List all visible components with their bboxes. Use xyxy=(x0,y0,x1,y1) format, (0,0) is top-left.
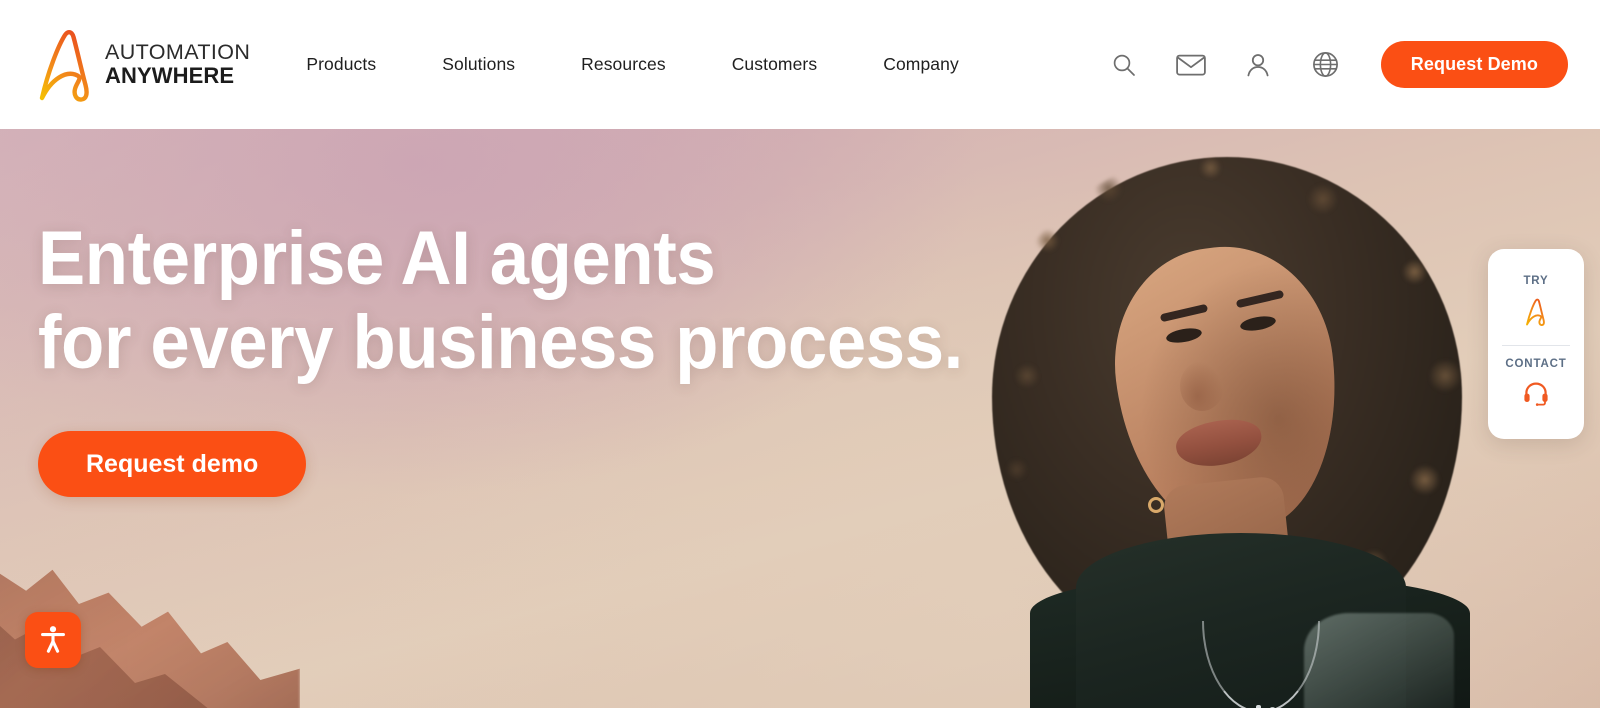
side-widget-contact-label: CONTACT xyxy=(1505,358,1567,370)
nav-item-products[interactable]: Products xyxy=(306,54,409,75)
contact-mail-button[interactable] xyxy=(1158,42,1225,88)
site-header: AUTOMATION ANYWHERE Products Solutions R… xyxy=(0,0,1600,129)
request-demo-header-button[interactable]: Request Demo xyxy=(1380,41,1568,88)
hero-headline-line2: for every business process. xyxy=(38,300,963,385)
logo-link[interactable]: AUTOMATION ANYWHERE xyxy=(38,28,250,102)
account-button[interactable] xyxy=(1225,42,1292,88)
logo-wordmark-top: AUTOMATION xyxy=(105,39,251,64)
hero-headline: Enterprise AI agents for every business … xyxy=(38,217,963,385)
mail-icon xyxy=(1176,53,1207,77)
side-widget-try[interactable]: TRY xyxy=(1488,267,1584,343)
hero-headline-line1: Enterprise AI agents xyxy=(38,216,716,301)
side-widget-contact[interactable]: CONTACT xyxy=(1488,350,1584,423)
nav-item-solutions[interactable]: Solutions xyxy=(409,54,548,75)
globe-icon xyxy=(1312,51,1339,78)
accessibility-person-icon xyxy=(37,623,69,658)
language-button[interactable] xyxy=(1292,42,1359,88)
header-actions: Request Demo xyxy=(1091,41,1568,88)
hero-section: Enterprise AI agents for every business … xyxy=(0,129,1600,708)
logo-wordmark-bottom: ANYWHERE xyxy=(105,63,235,89)
headset-icon xyxy=(1523,381,1549,411)
search-icon xyxy=(1111,52,1137,78)
search-button[interactable] xyxy=(1091,42,1158,88)
side-action-widget: TRY CONTACT xyxy=(1488,249,1584,439)
side-widget-try-label: TRY xyxy=(1523,275,1549,287)
automation-anywhere-a-logo-icon-small xyxy=(1524,298,1549,331)
automation-anywhere-a-logo-icon xyxy=(38,28,96,102)
nav-item-company[interactable]: Company xyxy=(850,54,992,75)
request-demo-hero-button[interactable]: Request demo xyxy=(38,431,307,497)
hero-copy: Enterprise AI agents for every business … xyxy=(38,217,1033,497)
user-icon xyxy=(1245,52,1271,78)
nav-item-customers[interactable]: Customers xyxy=(699,54,851,75)
accessibility-button[interactable] xyxy=(25,612,81,668)
main-navigation: Products Solutions Resources Customers C… xyxy=(306,54,991,75)
nav-item-resources[interactable]: Resources xyxy=(548,54,699,75)
side-widget-divider xyxy=(1502,345,1570,346)
